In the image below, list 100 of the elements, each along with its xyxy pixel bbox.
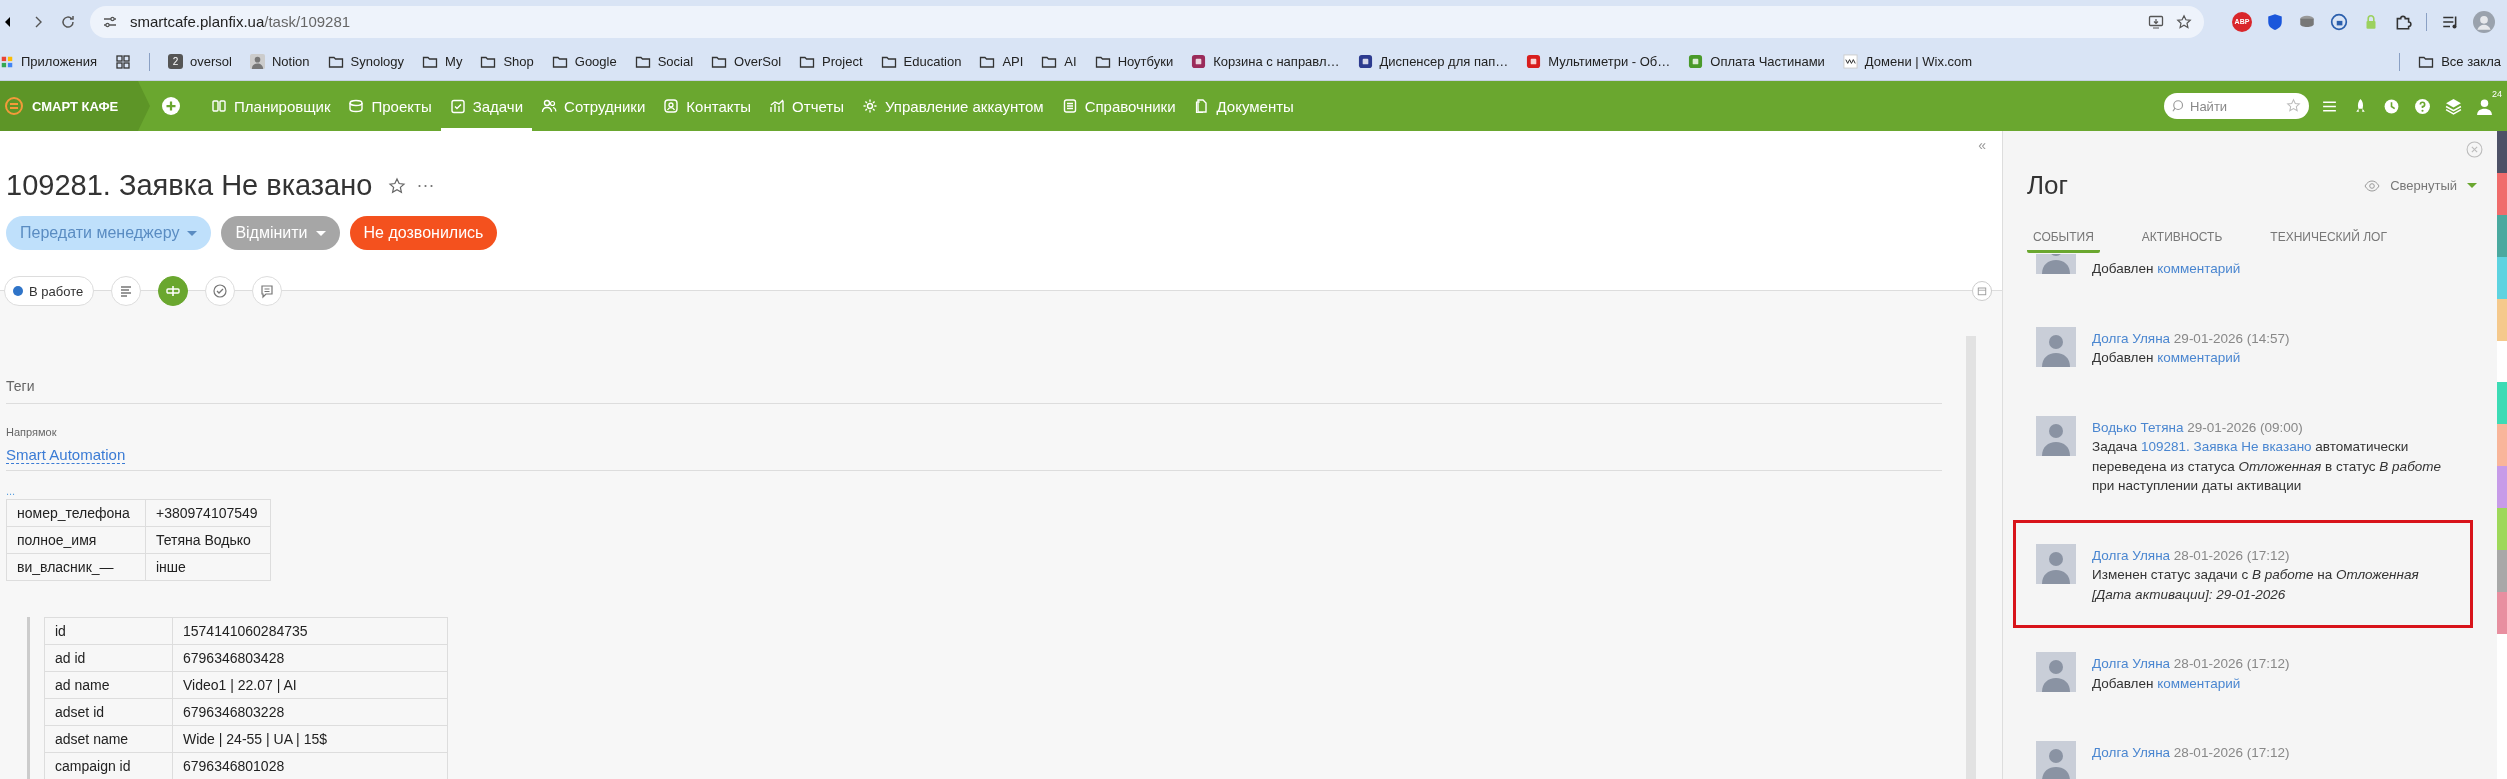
nav-icon [449,98,466,114]
color-tab[interactable] [2497,424,2507,466]
apps-grid-icon[interactable] [0,54,14,69]
entry-date: 29-01-2026 (14:57) [2173,330,2290,346]
star-icon[interactable] [2176,13,2192,30]
author-link[interactable]: Долга Уляна [2092,745,2171,760]
help-icon[interactable] [2414,97,2431,115]
collapse-button[interactable]: « [1978,137,1986,169]
search-field[interactable]: Найти [2164,93,2309,119]
bookmark[interactable]: API [979,53,1024,70]
nav-tab[interactable]: Документы [1184,81,1303,131]
table-cell: adset id [44,698,173,726]
nav-icon [861,98,878,114]
author-link[interactable]: Долга Уляна [2092,330,2171,346]
author-link[interactable]: Долга Уляна [2092,547,2171,563]
logo-icon [4,96,24,116]
bookmark[interactable]: Корзина с направл… [1191,54,1340,69]
bookmark[interactable]: Shop [480,53,534,70]
nav-tab[interactable]: Проекты [339,81,441,131]
table-cell: ad id [44,644,173,672]
search-icon [2172,99,2186,113]
reload-icon[interactable] [60,13,76,30]
bookmark[interactable]: Диспенсер для пап… [1357,54,1509,69]
table-cell: id [44,617,173,645]
nav-tab[interactable]: Контакты [654,81,761,131]
bookmark-folder[interactable]: Все закла [2418,53,2501,70]
author-link[interactable]: Водько Тетяна [2092,419,2184,435]
nav-tab[interactable]: Справочники [1052,81,1185,131]
bookmark[interactable]: AI [1041,53,1077,70]
layers-icon[interactable] [2445,97,2462,115]
star-icon[interactable] [2286,98,2301,113]
bookmark[interactable]: Домени | Wix.com [1842,54,1973,69]
log-tab[interactable]: ТЕХНИЧЕСКИЙ ЛОГ [2264,229,2393,253]
entry-date: 28-01-2026 (17:12) [2173,656,2290,671]
nav-icon [1061,98,1078,114]
profile-avatar[interactable] [2473,10,2495,33]
color-tab[interactable] [2497,466,2507,508]
bookmark[interactable]: Social [634,53,694,70]
field-link[interactable]: Smart Automation [6,446,126,464]
action-button[interactable]: Не дозвонились [349,216,498,250]
table-cell: 6796346803428 [172,644,448,672]
bookmark[interactable]: Ноутбуки [1094,53,1174,70]
log-tab[interactable]: АКТИВНОСТЬ [2135,229,2229,253]
color-tab[interactable] [2497,173,2507,215]
color-tab[interactable] [2497,257,2507,299]
nav-tab[interactable]: Отчеты [760,81,853,131]
view-dropdown[interactable]: Свернутый [2390,178,2457,193]
bookmark[interactable]: Synology [327,53,405,70]
nav-tab[interactable]: Планировщик [202,81,340,131]
more-link[interactable]: ... [6,485,1942,497]
color-tab[interactable] [2497,382,2507,424]
shield-icon[interactable] [2266,12,2284,31]
status-chip[interactable]: В работе [4,276,95,306]
bookmark[interactable]: Education [880,53,962,70]
entry-date: 28-01-2026 (17:12) [2173,745,2290,760]
color-tab[interactable] [2497,550,2507,592]
color-tab[interactable] [2497,299,2507,341]
nav-icon [1193,98,1210,114]
bookmark[interactable]: Notion [250,54,310,69]
badge: 2 [168,54,184,69]
table-cell: 6796346803228 [172,698,448,726]
more-button[interactable]: ··· [416,175,435,196]
action-button[interactable]: Передати менеджеру [6,216,212,250]
nav-tab[interactable]: Сотрудники [532,81,655,131]
bookmark[interactable]: Мультиметри - Об… [1526,54,1671,69]
action-button[interactable]: Відмінити [221,216,340,250]
color-tab[interactable] [2497,215,2507,257]
bookmark[interactable]: Google [551,53,617,70]
plus-icon[interactable] [162,97,180,115]
address-bar[interactable]: smartcafe.planfix.ua/task/109281 [90,5,2204,38]
install-icon[interactable] [2148,13,2164,30]
bookmark[interactable]: Приложения [0,54,98,69]
url-text: smartcafe.planfix.ua/task/109281 [130,13,351,30]
logo[interactable]: СМАРТ КАФЕ [0,81,150,131]
user-icon[interactable] [2476,97,2493,115]
calendar-button[interactable] [1972,281,1992,301]
tool-button[interactable] [158,276,189,306]
nav-tab[interactable]: Управление аккаунтом [852,81,1053,131]
author-link[interactable]: Долга Уляна [2092,656,2171,671]
bookmark[interactable]: OverSol [711,53,782,70]
link[interactable]: 109281. Заявка Не вказано [2141,439,2312,454]
color-tab[interactable] [2497,592,2507,634]
avatar [2036,652,2076,692]
color-tab[interactable] [2497,131,2507,173]
nav-tab[interactable]: Задачи [440,81,533,131]
link[interactable]: комментарий [2157,675,2241,691]
entry-text: Добавлен комментарий [2092,349,2242,367]
table-cell: полное_имя [6,526,146,554]
color-tab[interactable] [2497,508,2507,550]
bookmark[interactable]: Project [799,53,863,70]
nav-icon [663,98,680,114]
star-icon[interactable] [388,176,407,195]
link[interactable]: комментарий [2157,350,2241,365]
bookmark[interactable]: 2 oversol [168,54,232,69]
tab-groups-icon[interactable] [115,53,132,70]
bookmark[interactable]: Оплата Частинами [1688,54,1825,69]
clock-icon[interactable] [2383,97,2400,115]
link[interactable]: комментарий [2157,261,2241,276]
close-icon[interactable] [2466,141,2483,158]
bookmark[interactable]: My [422,53,463,70]
